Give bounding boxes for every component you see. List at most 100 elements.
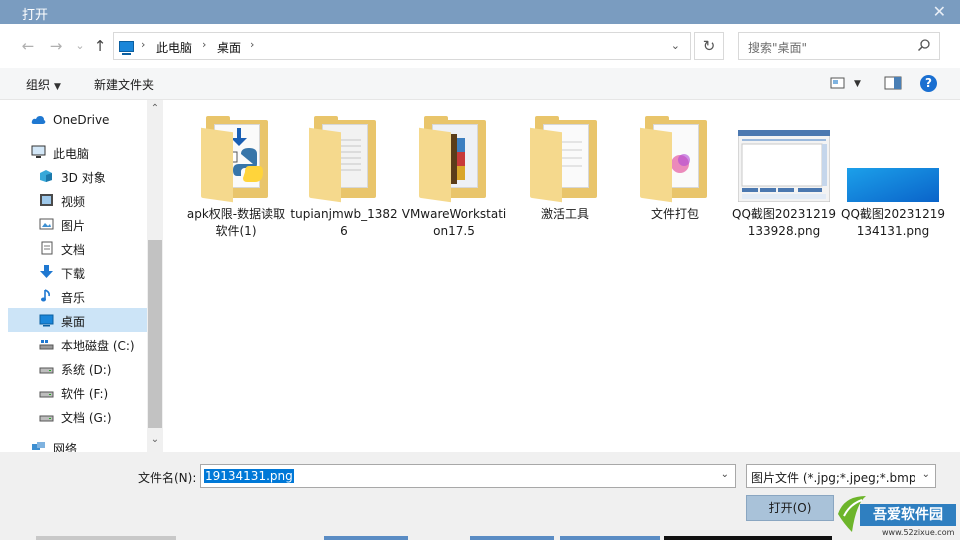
file-name: QQ截图20231219133928.png — [732, 207, 836, 238]
background-strip — [470, 536, 554, 540]
breadcrumb-desktop[interactable]: 桌面 — [217, 39, 241, 56]
sidebar-item-network[interactable]: 网络 — [8, 435, 147, 452]
watermark-url: www.52zixue.com — [882, 528, 955, 537]
background-strip — [560, 536, 660, 540]
file-list: apk权限-数据读取软件(1) tupianjmwb_13826 VMwareW… — [163, 100, 960, 452]
folder-icon — [289, 114, 399, 206]
sidebar-item-videos[interactable]: 视频 — [8, 188, 147, 212]
breadcrumb-separator-icon[interactable]: › — [202, 38, 206, 51]
filename-value[interactable]: 19134131.png — [204, 469, 294, 483]
file-name: 文件打包 — [650, 207, 699, 221]
sidebar-item-label: 视频 — [61, 195, 86, 209]
scroll-down-icon[interactable]: ⌄ — [147, 434, 163, 445]
sidebar-item-label: 此电脑 — [53, 147, 90, 161]
address-row: ← → ⌄ ↑ › 此电脑 › 桌面 › ⌄ ↻ 搜索"桌面" — [0, 24, 960, 68]
chevron-down-icon: ▼ — [54, 82, 61, 92]
sidebar-item-3d-objects[interactable]: 3D 对象 — [8, 164, 147, 188]
sidebar-item-label: 音乐 — [61, 291, 86, 305]
file-item[interactable]: 文件打包 — [620, 114, 730, 223]
refresh-icon[interactable]: ↻ — [694, 32, 724, 60]
watermark: 吾爱软件园 www.52zixue.com — [832, 490, 960, 540]
folder-icon — [510, 114, 620, 206]
sidebar-item-label: 网络 — [53, 442, 78, 452]
cube-icon — [40, 170, 52, 182]
computer-icon — [119, 41, 134, 52]
file-name: 激活工具 — [540, 207, 589, 221]
breadcrumb-separator-icon[interactable]: › — [250, 38, 254, 51]
sidebar-scrollbar[interactable]: ⌃ ⌄ — [147, 100, 163, 452]
sidebar-item-label: 图片 — [61, 219, 86, 233]
title-bar: 打开 ✕ — [0, 0, 960, 24]
sidebar-item-label: 软件 (F:) — [61, 387, 109, 401]
breadcrumb-separator-icon[interactable]: › — [141, 38, 145, 51]
sidebar-item-this-pc[interactable]: 此电脑 — [8, 140, 147, 164]
toolbar: 组织 ▼ 新建文件夹 ▼ ? — [0, 68, 960, 100]
background-strip — [324, 536, 408, 540]
up-arrow-icon[interactable]: ↑ — [90, 36, 110, 56]
chevron-down-icon[interactable]: ⌄ — [721, 469, 729, 480]
breadcrumb-this-pc[interactable]: 此电脑 — [156, 39, 192, 56]
network-icon — [32, 442, 45, 450]
sidebar-item-drive-g[interactable]: 文档 (G:) — [8, 404, 147, 428]
sidebar-item-desktop[interactable]: 桌面 — [8, 308, 147, 332]
computer-icon — [31, 145, 46, 158]
help-icon[interactable]: ? — [920, 75, 937, 92]
view-dropdown-icon[interactable]: ▼ — [854, 79, 861, 89]
scrollbar-thumb[interactable] — [148, 240, 162, 428]
new-folder-button[interactable]: 新建文件夹 — [94, 76, 154, 93]
sidebar-item-drive-c[interactable]: 本地磁盘 (C:) — [8, 332, 147, 356]
file-item[interactable]: apk权限-数据读取软件(1) — [181, 114, 291, 240]
organize-button[interactable]: 组织 ▼ — [26, 76, 61, 93]
close-icon[interactable]: ✕ — [933, 3, 946, 21]
forward-arrow-icon[interactable]: → — [46, 36, 66, 56]
sidebar-item-documents[interactable]: 文档 — [8, 236, 147, 260]
sidebar-item-label: 本地磁盘 (C:) — [61, 339, 135, 353]
video-icon — [40, 194, 53, 206]
sidebar-item-downloads[interactable]: 下载 — [8, 260, 147, 284]
search-placeholder: 搜索"桌面" — [748, 41, 808, 55]
sidebar-item-label: 3D 对象 — [61, 171, 106, 185]
folder-icon — [620, 114, 730, 206]
winrar-folder-icon — [399, 114, 509, 206]
sidebar-item-label: OneDrive — [53, 113, 110, 127]
search-input[interactable]: 搜索"桌面" — [738, 32, 940, 60]
background-strip — [664, 536, 832, 540]
chevron-down-icon[interactable]: ⌄ — [922, 469, 930, 480]
scroll-up-icon[interactable]: ⌃ — [147, 103, 163, 114]
desktop-icon — [39, 314, 54, 327]
address-dropdown-icon[interactable]: ⌄ — [671, 39, 680, 52]
drive-icon — [39, 340, 54, 350]
open-button[interactable]: 打开(O) — [746, 495, 834, 521]
sidebar-item-label: 文档 (G:) — [61, 411, 112, 425]
drive-icon — [39, 367, 54, 374]
file-name: VMwareWorkstation17.5 — [401, 207, 507, 238]
view-options-icon[interactable] — [830, 76, 846, 90]
preview-pane-icon[interactable] — [884, 76, 902, 90]
search-icon[interactable] — [917, 38, 931, 52]
sidebar-item-drive-d[interactable]: 系统 (D:) — [8, 356, 147, 380]
bottom-panel: 文件名(N): 19134131.png ⌄ 图片文件 (*.jpg;*.jpe… — [0, 452, 960, 540]
sidebar-item-label: 系统 (D:) — [61, 363, 112, 377]
filename-input[interactable]: 19134131.png ⌄ — [200, 464, 736, 488]
file-type-select[interactable]: 图片文件 (*.jpg;*.jpeg;*.bmp;* ⌄ — [746, 464, 936, 488]
computer-stand — [122, 53, 131, 55]
window-title: 打开 — [22, 8, 49, 23]
file-item[interactable]: VMwareWorkstation17.5 — [399, 114, 509, 240]
sidebar-item-pictures[interactable]: 图片 — [8, 212, 147, 236]
watermark-text: 吾爱软件园 — [860, 504, 956, 526]
sidebar-item-drive-f[interactable]: 软件 (F:) — [8, 380, 147, 404]
sidebar-item-music[interactable]: 音乐 — [8, 284, 147, 308]
file-item[interactable]: QQ截图20231219134131.png — [838, 114, 948, 240]
address-bar[interactable]: › 此电脑 › 桌面 › ⌄ — [113, 32, 691, 60]
document-icon — [41, 241, 53, 255]
back-arrow-icon[interactable]: ← — [18, 36, 38, 56]
sidebar-item-onedrive[interactable]: OneDrive — [8, 108, 147, 132]
file-item[interactable]: tupianjmwb_13826 — [289, 114, 399, 240]
file-name: QQ截图20231219134131.png — [841, 207, 945, 238]
sidebar-item-label: 文档 — [61, 243, 86, 257]
python-folder-icon — [181, 114, 291, 206]
file-item[interactable]: QQ截图20231219133928.png — [729, 114, 839, 240]
filename-label: 文件名(N): — [138, 471, 197, 485]
file-item[interactable]: 激活工具 — [510, 114, 620, 223]
recent-locations-chevron-icon[interactable]: ⌄ — [70, 36, 90, 56]
